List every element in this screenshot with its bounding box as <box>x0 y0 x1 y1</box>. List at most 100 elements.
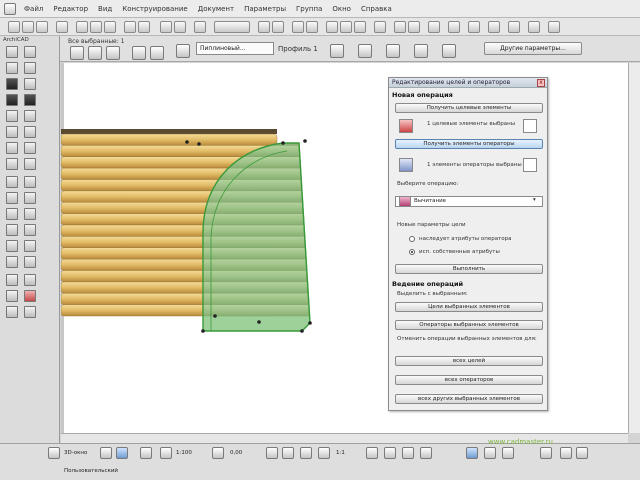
execute-button[interactable]: Выполнить <box>395 264 543 274</box>
graphic-override-icon[interactable] <box>318 447 330 459</box>
figure-tool-icon[interactable] <box>6 256 18 268</box>
worksheet-icon[interactable] <box>448 21 460 33</box>
wrench-icon[interactable] <box>540 447 552 459</box>
beam-tool-icon[interactable] <box>24 78 36 90</box>
scale-icon[interactable] <box>160 447 172 459</box>
paste-icon[interactable] <box>104 21 116 33</box>
roof-tool-icon[interactable] <box>24 110 36 122</box>
copy-icon[interactable] <box>90 21 102 33</box>
detail-tool-icon[interactable] <box>6 290 18 302</box>
layer-settings-icon[interactable] <box>330 44 344 58</box>
operator-preview-icon[interactable] <box>523 158 537 172</box>
slab-tool-icon[interactable] <box>6 126 18 138</box>
layer-combo-icon[interactable] <box>306 21 318 33</box>
operators-of-selected-button[interactable]: Операторы выбранных элементов <box>395 320 543 330</box>
stair-tool-icon[interactable] <box>6 110 18 122</box>
label-tool-icon[interactable] <box>24 192 36 204</box>
fill-tool-icon[interactable] <box>6 208 18 220</box>
snap-mode-icon[interactable] <box>466 447 478 459</box>
layout-icon[interactable] <box>468 21 480 33</box>
elevation-tool-icon[interactable] <box>24 274 36 286</box>
layer-icon[interactable] <box>292 21 304 33</box>
targets-of-selected-button[interactable]: Цели выбранных элементов <box>395 302 543 312</box>
section-manage-operations[interactable]: Ведение операций <box>392 280 544 289</box>
elevation-icon[interactable] <box>408 21 420 33</box>
fill-icon[interactable] <box>160 21 172 33</box>
menu-view[interactable]: Вид <box>98 5 112 13</box>
close-icon[interactable]: x <box>537 79 545 87</box>
selected-tool-icon[interactable] <box>116 447 128 459</box>
drawing-tool-icon[interactable] <box>24 256 36 268</box>
hotspot-tool-icon[interactable] <box>24 240 36 252</box>
camera-tool-icon[interactable] <box>6 306 18 318</box>
line-tool-icon[interactable] <box>24 208 36 220</box>
menu-window[interactable]: Окно <box>332 5 351 13</box>
guide-icon[interactable] <box>272 21 284 33</box>
elevation-icon-2[interactable] <box>386 44 400 58</box>
line-icon[interactable] <box>174 21 186 33</box>
vertical-scrollbar[interactable] <box>628 63 640 433</box>
radio-own[interactable] <box>409 249 415 255</box>
spline-tool-icon[interactable] <box>6 240 18 252</box>
curtain-wall-tool-icon[interactable] <box>24 158 36 170</box>
menu-teamwork[interactable]: Группа <box>296 5 322 13</box>
save-icon[interactable] <box>36 21 48 33</box>
log-wall[interactable] <box>61 129 277 134</box>
zoom-in-icon-bottom[interactable] <box>560 447 572 459</box>
target-preview-icon[interactable] <box>523 119 537 133</box>
view-label[interactable]: 3D-окно <box>64 448 87 458</box>
redo-icon[interactable] <box>138 21 150 33</box>
view-type-icon[interactable] <box>48 447 60 459</box>
mesh-tool-icon[interactable] <box>24 126 36 138</box>
grid-tool-icon[interactable] <box>24 306 36 318</box>
structure-display-icon[interactable] <box>212 447 224 459</box>
fit-window-icon[interactable] <box>354 21 366 33</box>
polyline-tool-icon[interactable] <box>24 224 36 236</box>
guide-lines-icon[interactable] <box>484 447 496 459</box>
menu-edit[interactable]: Редактор <box>53 5 88 13</box>
object-tool-icon[interactable] <box>6 142 18 154</box>
profile-type-icon[interactable] <box>176 44 190 58</box>
cut-icon[interactable] <box>76 21 88 33</box>
zoom-in-icon[interactable] <box>326 21 338 33</box>
navigator-icon[interactable] <box>100 447 112 459</box>
layer-combination-icon[interactable] <box>266 447 278 459</box>
text-tool-icon[interactable] <box>6 192 18 204</box>
zone-tool-icon[interactable] <box>6 158 18 170</box>
wall-tool-icon[interactable] <box>6 62 18 74</box>
app-icon[interactable] <box>4 2 16 15</box>
level-tool-icon[interactable] <box>24 176 36 188</box>
all-targets-button[interactable]: всех целей <box>395 356 543 366</box>
zoom-out-icon-bottom[interactable] <box>576 447 588 459</box>
pen-color-set-icon[interactable] <box>300 447 312 459</box>
help-icon[interactable] <box>548 21 560 33</box>
dimension-style-icon[interactable] <box>384 447 396 459</box>
new-file-icon[interactable] <box>8 21 20 33</box>
material-icon[interactable] <box>358 44 372 58</box>
menu-document[interactable]: Документ <box>198 5 234 13</box>
offset-value[interactable]: 0,00 <box>230 448 242 458</box>
offset-icon[interactable] <box>442 44 456 58</box>
worksheet-tool-icon[interactable] <box>24 290 36 302</box>
profile-dropdown[interactable]: Пиплиновый... <box>196 42 274 55</box>
zoom-out-icon[interactable] <box>340 21 352 33</box>
chevron-down-icon[interactable]: ▾ <box>533 197 536 203</box>
renovation-filter-icon[interactable] <box>366 447 378 459</box>
element-settings-icon[interactable] <box>70 46 84 60</box>
height-icon[interactable] <box>414 44 428 58</box>
window-tool-icon[interactable] <box>6 94 18 106</box>
pen-color-icon[interactable] <box>88 46 102 60</box>
floor-plan-icon[interactable] <box>150 46 164 60</box>
filter-icon[interactable] <box>420 447 432 459</box>
skylight-tool-icon[interactable] <box>24 94 36 106</box>
grid-icon[interactable] <box>258 21 270 33</box>
get-operators-button[interactable]: Получить элементы операторы <box>395 139 543 149</box>
render-icon[interactable] <box>488 21 500 33</box>
undo-icon[interactable] <box>124 21 136 33</box>
partial-display-icon[interactable] <box>402 447 414 459</box>
line-type-icon[interactable] <box>106 46 120 60</box>
menu-options[interactable]: Параметры <box>244 5 286 13</box>
print-icon[interactable] <box>56 21 68 33</box>
door-tool-icon[interactable] <box>24 62 36 74</box>
scale-value[interactable]: 1:100 <box>176 448 192 458</box>
